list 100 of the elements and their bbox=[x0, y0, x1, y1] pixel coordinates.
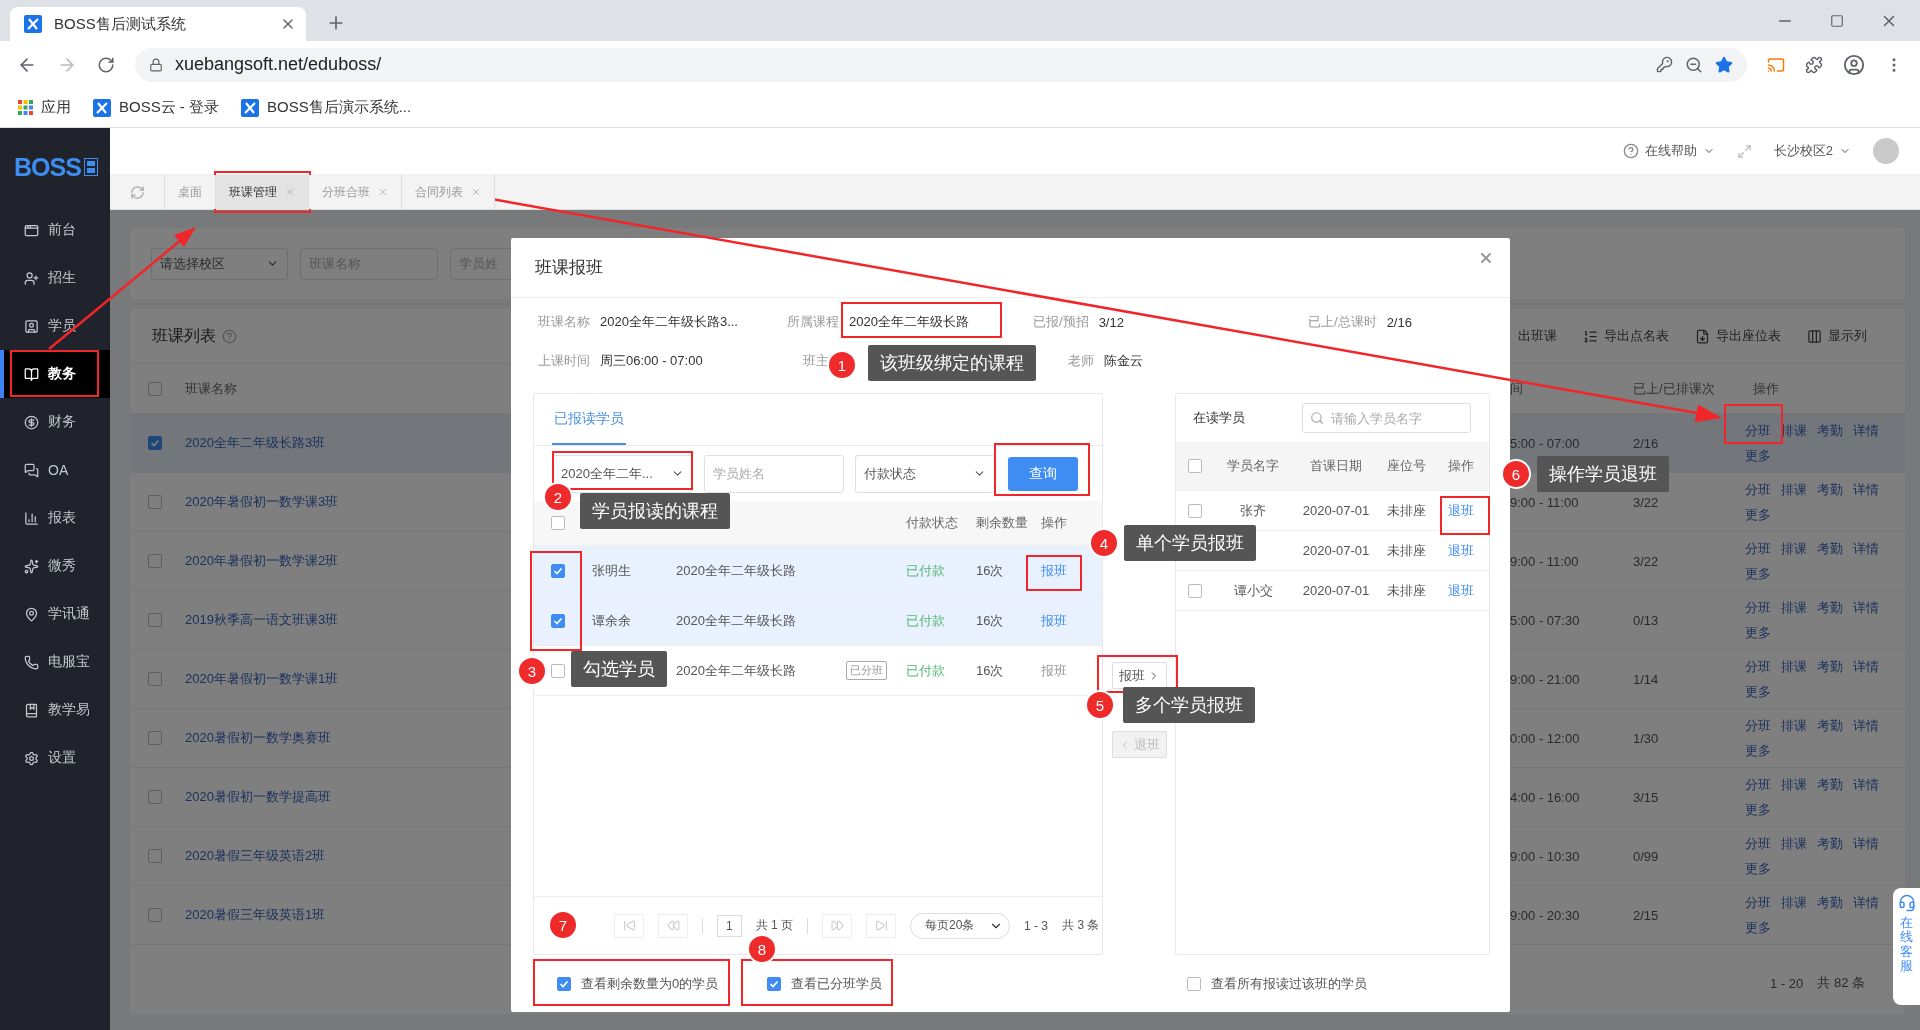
checkbox[interactable] bbox=[551, 563, 565, 578]
action-link[interactable]: 更多 bbox=[1745, 682, 1885, 701]
sidebar-item[interactable]: 教学易 bbox=[0, 686, 110, 734]
checkbox[interactable] bbox=[551, 613, 565, 628]
action-link[interactable]: 考勤 bbox=[1817, 421, 1843, 440]
checkbox[interactable] bbox=[148, 908, 162, 922]
sidebar-item[interactable]: 电服宝 bbox=[0, 638, 110, 686]
action-link[interactable]: 分班 bbox=[1745, 598, 1771, 617]
checkbox[interactable] bbox=[1187, 583, 1202, 598]
action-link[interactable]: 分班 bbox=[1745, 893, 1771, 912]
action-link[interactable]: 排课 bbox=[1781, 480, 1807, 499]
bookmark-link[interactable]: BOSS售后演示系统... bbox=[267, 98, 412, 117]
checkbox[interactable] bbox=[148, 381, 162, 396]
panel-tab[interactable]: 已报读学员 bbox=[552, 394, 626, 445]
apps-grid-icon[interactable] bbox=[18, 100, 33, 115]
address-bar[interactable]: xuebangsoft.net/eduboss/ bbox=[135, 47, 1747, 82]
action-link[interactable]: 更多 bbox=[1745, 505, 1885, 524]
action-link[interactable]: 详情 bbox=[1853, 893, 1879, 912]
sidebar-item[interactable]: 学讯通 bbox=[0, 590, 110, 638]
last-page-icon[interactable] bbox=[866, 913, 897, 938]
sidebar-item[interactable]: 报表 bbox=[0, 494, 110, 542]
action-link[interactable]: 考勤 bbox=[1817, 657, 1843, 676]
close-icon[interactable] bbox=[1478, 250, 1494, 266]
checkbox[interactable] bbox=[148, 790, 162, 804]
chat-widget[interactable]: 在线客服 bbox=[1893, 888, 1920, 1005]
action-link[interactable]: 更多 bbox=[1745, 800, 1885, 819]
page-tab[interactable]: 分班合班 bbox=[309, 175, 402, 209]
checkbox[interactable] bbox=[767, 976, 782, 991]
help-icon[interactable] bbox=[222, 328, 237, 344]
sidebar-item[interactable]: 前台 bbox=[0, 206, 110, 254]
page-tab[interactable]: 合同列表 bbox=[402, 175, 495, 209]
action-link[interactable]: 详情 bbox=[1853, 775, 1879, 794]
action-link[interactable]: 详情 bbox=[1853, 657, 1879, 676]
bookmark-link[interactable]: BOSS云 - 登录 bbox=[119, 98, 219, 117]
action-link[interactable]: 详情 bbox=[1853, 716, 1879, 735]
toolbar-button[interactable]: 导出座位表 bbox=[1695, 327, 1781, 345]
cast-icon[interactable] bbox=[1767, 55, 1785, 74]
action-link[interactable]: 更多 bbox=[1745, 623, 1885, 642]
campus-select[interactable]: 请选择校区 bbox=[151, 247, 288, 280]
checkbox[interactable] bbox=[1187, 459, 1202, 473]
action-link[interactable]: 更多 bbox=[1745, 918, 1885, 937]
checkbox[interactable] bbox=[148, 495, 162, 509]
action-link[interactable]: 分班 bbox=[1745, 716, 1771, 735]
checkbox[interactable] bbox=[551, 516, 565, 530]
sidebar-item[interactable]: 微秀 bbox=[0, 542, 110, 590]
avatar[interactable] bbox=[1873, 138, 1899, 164]
bookmark-link[interactable]: 应用 bbox=[41, 98, 71, 117]
zoom-out-icon[interactable] bbox=[1685, 55, 1703, 74]
toolbar-button[interactable]: 导出点名表 bbox=[1583, 327, 1669, 345]
action-link[interactable]: 考勤 bbox=[1817, 539, 1843, 558]
enroll-link[interactable]: 报班 bbox=[1031, 561, 1104, 580]
action-link[interactable]: 排课 bbox=[1781, 539, 1807, 558]
action-link[interactable]: 排课 bbox=[1781, 598, 1807, 617]
maximize-icon[interactable] bbox=[1830, 13, 1844, 28]
payment-select[interactable]: 付款状态 bbox=[855, 454, 995, 493]
query-button[interactable]: 查询 bbox=[1008, 456, 1078, 491]
action-link[interactable]: 考勤 bbox=[1817, 598, 1843, 617]
sidebar-item[interactable]: 财务 bbox=[0, 398, 110, 446]
action-link[interactable]: 考勤 bbox=[1817, 834, 1843, 853]
checkbox[interactable] bbox=[148, 731, 162, 745]
sidebar-item[interactable]: 招生 bbox=[0, 254, 110, 302]
action-link[interactable]: 更多 bbox=[1745, 564, 1885, 583]
action-link[interactable]: 分班 bbox=[1745, 775, 1771, 794]
fullscreen-icon[interactable] bbox=[1736, 143, 1752, 159]
refresh-icon[interactable] bbox=[129, 184, 145, 200]
action-link[interactable]: 考勤 bbox=[1817, 775, 1843, 794]
action-link[interactable]: 考勤 bbox=[1817, 716, 1843, 735]
sidebar-item[interactable]: 教务 bbox=[0, 350, 110, 398]
star-icon[interactable] bbox=[1715, 55, 1733, 74]
withdraw-link[interactable]: 退班 bbox=[1433, 581, 1489, 600]
transfer-button[interactable]: 报班 bbox=[1111, 662, 1167, 689]
checkbox[interactable] bbox=[148, 613, 162, 627]
action-link[interactable]: 更多 bbox=[1745, 859, 1885, 878]
checkbox[interactable] bbox=[1187, 976, 1202, 991]
help-menu[interactable]: 在线帮助 bbox=[1622, 142, 1715, 160]
checkbox[interactable] bbox=[148, 849, 162, 863]
campus-menu[interactable]: 长沙校区2 bbox=[1773, 142, 1851, 160]
next-page-icon[interactable] bbox=[822, 913, 853, 938]
checkbox[interactable] bbox=[1187, 503, 1202, 518]
withdraw-link[interactable]: 退班 bbox=[1433, 541, 1489, 560]
checkbox[interactable] bbox=[148, 436, 162, 450]
action-link[interactable]: 考勤 bbox=[1817, 480, 1843, 499]
browser-tab[interactable]: BOSS售后测试系统 bbox=[10, 7, 306, 41]
page-tab[interactable]: 班课管理 bbox=[216, 175, 309, 209]
toolbar-button[interactable]: 出班课 bbox=[1518, 327, 1557, 345]
sidebar-item[interactable]: OA bbox=[0, 446, 110, 494]
action-link[interactable]: 分班 bbox=[1745, 421, 1771, 440]
checkbox[interactable] bbox=[148, 554, 162, 568]
action-link[interactable]: 排课 bbox=[1781, 716, 1807, 735]
search-field[interactable]: 请输入学员名字 bbox=[1302, 403, 1471, 433]
previous-page-icon[interactable] bbox=[658, 913, 688, 938]
key-icon[interactable] bbox=[1656, 56, 1673, 73]
puzzle-icon[interactable] bbox=[1805, 55, 1823, 74]
sidebar-item[interactable]: 设置 bbox=[0, 734, 110, 782]
action-link[interactable]: 分班 bbox=[1745, 834, 1771, 853]
action-link[interactable]: 分班 bbox=[1745, 539, 1771, 558]
action-link[interactable]: 考勤 bbox=[1817, 893, 1843, 912]
page-number-field[interactable]: 1 bbox=[717, 914, 742, 937]
action-link[interactable]: 详情 bbox=[1853, 598, 1879, 617]
action-link[interactable]: 排课 bbox=[1781, 893, 1807, 912]
